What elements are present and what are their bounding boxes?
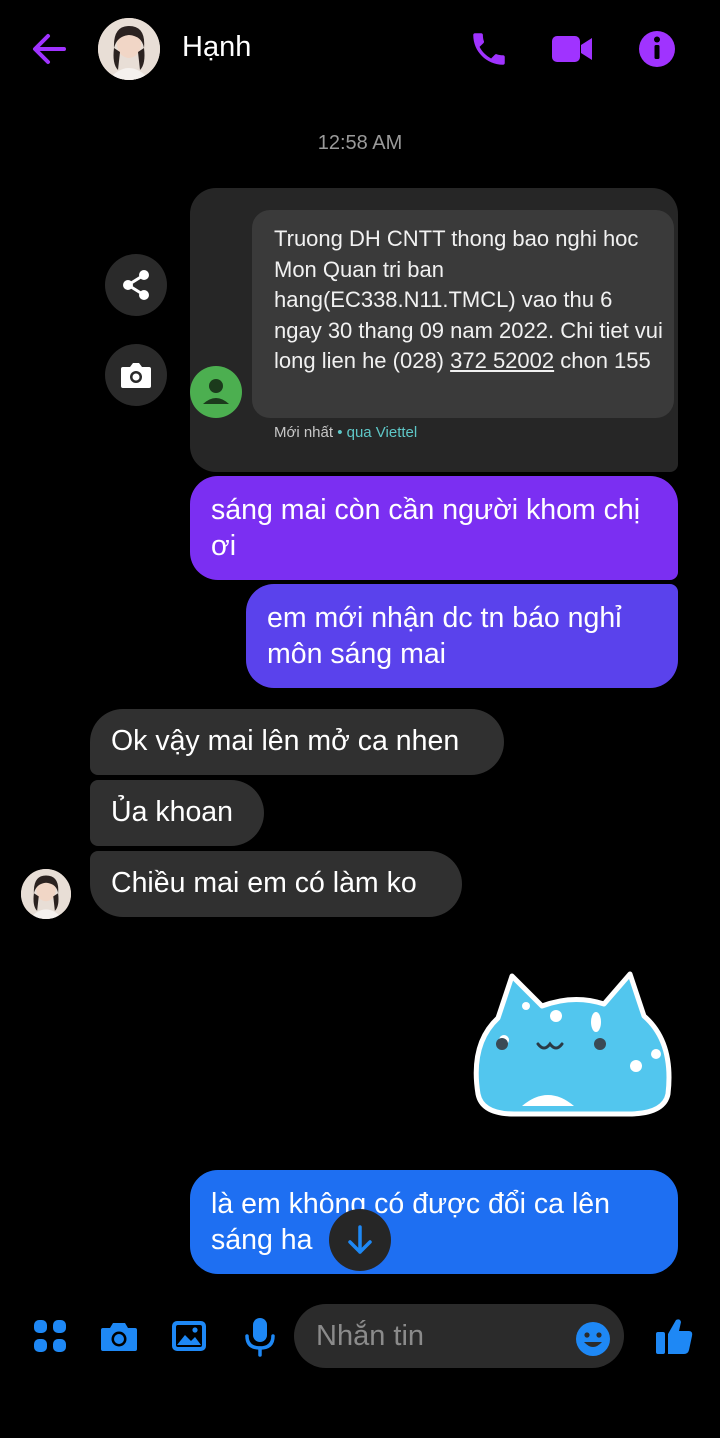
messenger-chat-screen: Hạnh 12:58 AM Truong DH CNTT thong bao n… (0, 0, 720, 1438)
camera-icon[interactable] (97, 1314, 141, 1358)
sms-sender-avatar-icon (190, 366, 242, 418)
contact-avatar[interactable] (98, 18, 160, 80)
incoming-message[interactable]: Ok vậy mai lên mở ca nhen (90, 709, 504, 775)
microphone-icon[interactable] (238, 1314, 282, 1358)
emoji-icon[interactable] (574, 1320, 612, 1358)
contact-name[interactable]: Hạnh (182, 31, 251, 64)
incoming-message[interactable]: Chiều mai em có làm ko (90, 851, 462, 917)
back-arrow-icon[interactable] (28, 28, 70, 70)
contact-avatar-small[interactable] (21, 869, 71, 919)
phone-icon[interactable] (468, 28, 510, 70)
sms-phone-link: 372 52002 (450, 348, 555, 373)
incoming-message[interactable]: Ủa khoan (90, 780, 264, 846)
outgoing-message[interactable]: sáng mai còn cần người khom chị ơi (190, 476, 678, 580)
outgoing-message[interactable]: em mới nhận dc tn báo nghỉ môn sáng mai (246, 584, 678, 688)
chat-header: Hạnh (0, 0, 720, 100)
sms-text: Truong DH CNTT thong bao nghi hoc Mon Qu… (274, 226, 663, 373)
screenshot-image-message[interactable]: Truong DH CNTT thong bao nghi hoc Mon Qu… (190, 188, 678, 472)
info-icon[interactable] (636, 28, 678, 70)
sms-meta: Mới nhất • qua Viettel (274, 424, 418, 441)
message-timestamp: 12:58 AM (317, 132, 403, 154)
scroll-to-bottom-icon[interactable] (329, 1209, 391, 1271)
outgoing-message[interactable]: là em không có được đổi ca lên sáng ha (190, 1170, 678, 1274)
cat-sticker[interactable] (468, 966, 678, 1124)
camera-icon[interactable] (105, 344, 167, 406)
sms-bubble: Truong DH CNTT thong bao nghi hoc Mon Qu… (252, 210, 674, 418)
message-composer (0, 1290, 720, 1390)
apps-grid-icon[interactable] (28, 1314, 72, 1358)
thumbs-up-icon[interactable] (652, 1314, 696, 1358)
video-camera-icon[interactable] (550, 28, 592, 70)
image-gallery-icon[interactable] (167, 1314, 211, 1358)
share-icon[interactable] (105, 254, 167, 316)
